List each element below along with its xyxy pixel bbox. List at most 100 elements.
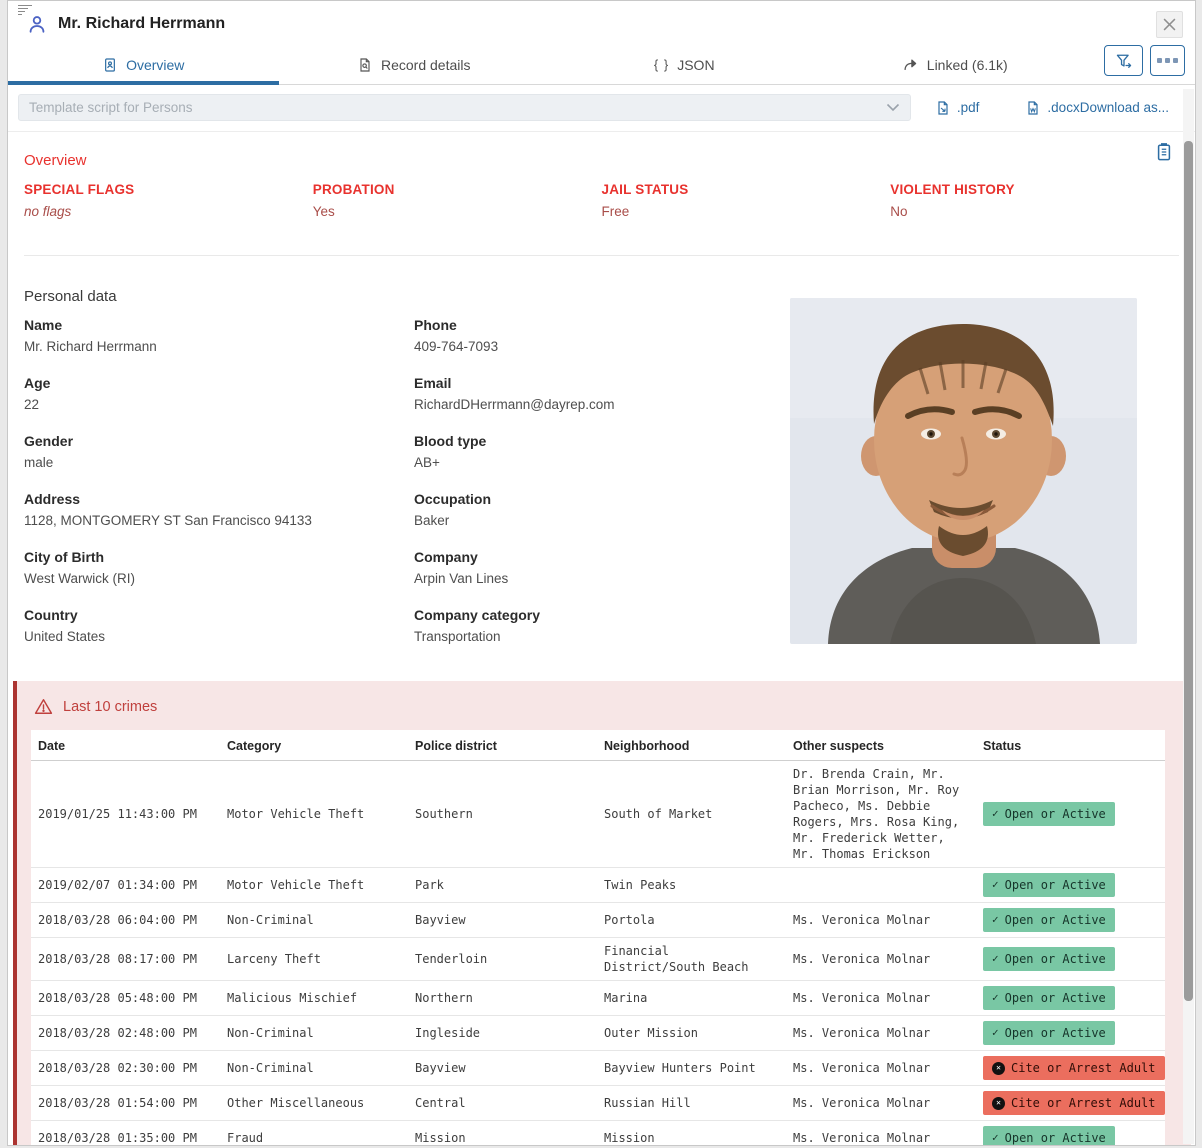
crime-category: Motor Vehicle Theft	[225, 761, 413, 868]
person-photo	[790, 298, 1137, 644]
last-crimes-panel: Last 10 crimes Date Category Police dist…	[13, 681, 1191, 1146]
crime-category: Non-Criminal	[225, 1016, 413, 1051]
tab-json[interactable]: { } JSON	[549, 45, 820, 85]
crime-suspects: Ms. Veronica Molnar	[791, 1051, 981, 1086]
flag-value: No	[890, 204, 1179, 219]
status-label: Open or Active	[1005, 877, 1106, 893]
download-as-link[interactable]: Download as...	[1080, 100, 1169, 115]
copy-to-clipboard-button[interactable]	[1155, 142, 1173, 165]
curly-braces-icon: { }	[654, 57, 669, 72]
field-label: Blood type	[414, 433, 804, 450]
field-value: 22	[24, 397, 414, 413]
field-label: Company	[414, 549, 804, 566]
personal-field: Gender male	[24, 433, 414, 471]
field-value: Transportation	[414, 629, 804, 645]
crimes-heading-row: Last 10 crimes	[31, 698, 1165, 715]
status-label: Open or Active	[1005, 951, 1106, 967]
crime-neighborhood: Twin Peaks	[602, 868, 791, 903]
tab-overview[interactable]: Overview	[8, 45, 279, 85]
crime-neighborhood: Mission	[602, 1121, 791, 1147]
crime-status-cell: ✓ ✕ Open or Active	[981, 938, 1165, 981]
status-label: Open or Active	[1005, 912, 1106, 928]
personal-field: Phone 409-764-7093	[414, 317, 804, 355]
crime-status-cell: ✓ ✕ Open or Active	[981, 868, 1165, 903]
more-options-button[interactable]	[1150, 45, 1185, 76]
crime-district: Mission	[413, 1121, 602, 1147]
flag-item: SPECIAL FLAGS no flags	[24, 182, 313, 219]
field-label: Age	[24, 375, 414, 392]
check-icon: ✓	[992, 1025, 999, 1041]
crime-row: 2018/03/28 06:04:00 PM Non-Criminal Bayv…	[31, 903, 1165, 938]
crime-category: Other Miscellaneous	[225, 1086, 413, 1121]
crime-neighborhood: Marina	[602, 981, 791, 1016]
personal-field: Country United States	[24, 607, 414, 645]
crime-district: Ingleside	[413, 1016, 602, 1051]
personal-field: City of Birth West Warwick (RI)	[24, 549, 414, 587]
crime-row: 2018/03/28 08:17:00 PM Larceny Theft Ten…	[31, 938, 1165, 981]
crime-date: 2018/03/28 01:35:00 PM	[31, 1121, 225, 1147]
status-label: Cite or Arrest Adult	[1011, 1095, 1156, 1111]
flag-value: Free	[602, 204, 891, 219]
template-script-select[interactable]: Template script for Persons	[18, 94, 911, 121]
tab-actions	[1090, 45, 1195, 85]
check-icon: ✓	[992, 806, 999, 822]
crime-row: 2019/01/25 11:43:00 PM Motor Vehicle The…	[31, 761, 1165, 868]
field-label: City of Birth	[24, 549, 414, 566]
crime-date: 2019/02/07 01:34:00 PM	[31, 868, 225, 903]
crime-district: Central	[413, 1086, 602, 1121]
template-select-placeholder: Template script for Persons	[29, 100, 193, 115]
personal-field: Company Arpin Van Lines	[414, 549, 804, 587]
tab-record-details[interactable]: Record details	[279, 45, 550, 85]
crime-date: 2018/03/28 05:48:00 PM	[31, 981, 225, 1016]
crime-date: 2018/03/28 02:30:00 PM	[31, 1051, 225, 1086]
export-toolbar: Template script for Persons .pdf .docx D…	[8, 85, 1195, 131]
field-label: Name	[24, 317, 414, 334]
crime-suspects: Ms. Veronica Molnar	[791, 1121, 981, 1147]
tab-linked[interactable]: Linked (6.1k)	[820, 45, 1091, 85]
download-docx-link[interactable]: .docx	[1025, 100, 1079, 116]
status-label: Cite or Arrest Adult	[1011, 1060, 1156, 1076]
personal-field: Occupation Baker	[414, 491, 804, 529]
close-button[interactable]	[1156, 11, 1183, 38]
status-badge: ✓ ✕ Open or Active	[983, 986, 1115, 1010]
check-icon: ✓	[992, 990, 999, 1006]
personal-field: Age 22	[24, 375, 414, 413]
crime-suspects	[791, 868, 981, 903]
field-value: male	[24, 455, 414, 471]
crime-status-cell: ✓ ✕ Open or Active	[981, 761, 1165, 868]
personal-field: Blood type AB+	[414, 433, 804, 471]
field-value: Arpin Van Lines	[414, 571, 804, 587]
filter-export-button[interactable]	[1104, 45, 1143, 76]
field-value: Mr. Richard Herrmann	[24, 339, 414, 355]
document-search-icon	[357, 57, 373, 73]
crime-neighborhood: Russian Hill	[602, 1086, 791, 1121]
crime-date: 2018/03/28 08:17:00 PM	[31, 938, 225, 981]
person-record-dialog: Mr. Richard Herrmann Overview Record det…	[7, 0, 1196, 1146]
crime-suspects: Dr. Brenda Crain, Mr. Brian Morrison, Mr…	[791, 761, 981, 868]
crime-category: Non-Criminal	[225, 903, 413, 938]
scrollbar-thumb[interactable]	[1184, 141, 1193, 1001]
crime-neighborhood: Financial District/South Beach	[602, 938, 791, 981]
crime-district: Bayview	[413, 903, 602, 938]
status-badge: ✓ ✕ Open or Active	[983, 802, 1115, 826]
download-pdf-link[interactable]: .pdf	[935, 100, 980, 116]
crime-date: 2018/03/28 01:54:00 PM	[31, 1086, 225, 1121]
crime-suspects: Ms. Veronica Molnar	[791, 1086, 981, 1121]
field-label: Email	[414, 375, 804, 392]
crime-category: Larceny Theft	[225, 938, 413, 981]
status-label: Open or Active	[1005, 806, 1106, 822]
field-label: Occupation	[414, 491, 804, 508]
crime-status-cell: ✓ ✕ Open or Active	[981, 903, 1165, 938]
crime-category: Fraud	[225, 1121, 413, 1147]
crimes-table: Date Category Police district Neighborho…	[31, 730, 1165, 1146]
check-icon: ✓	[992, 1130, 999, 1146]
crime-status-cell: ✓ ✕ Cite or Arrest Adult	[981, 1051, 1165, 1086]
flag-label: JAIL STATUS	[602, 182, 891, 197]
dialog-title: Mr. Richard Herrmann	[58, 15, 225, 33]
field-label: Company category	[414, 607, 804, 624]
scrollbar-track[interactable]	[1183, 89, 1194, 1144]
status-badge: ✓ ✕ Open or Active	[983, 873, 1115, 897]
personal-field: Name Mr. Richard Herrmann	[24, 317, 414, 355]
crime-status-cell: ✓ ✕ Open or Active	[981, 1121, 1165, 1147]
status-badge: ✓ ✕ Open or Active	[983, 1126, 1115, 1146]
